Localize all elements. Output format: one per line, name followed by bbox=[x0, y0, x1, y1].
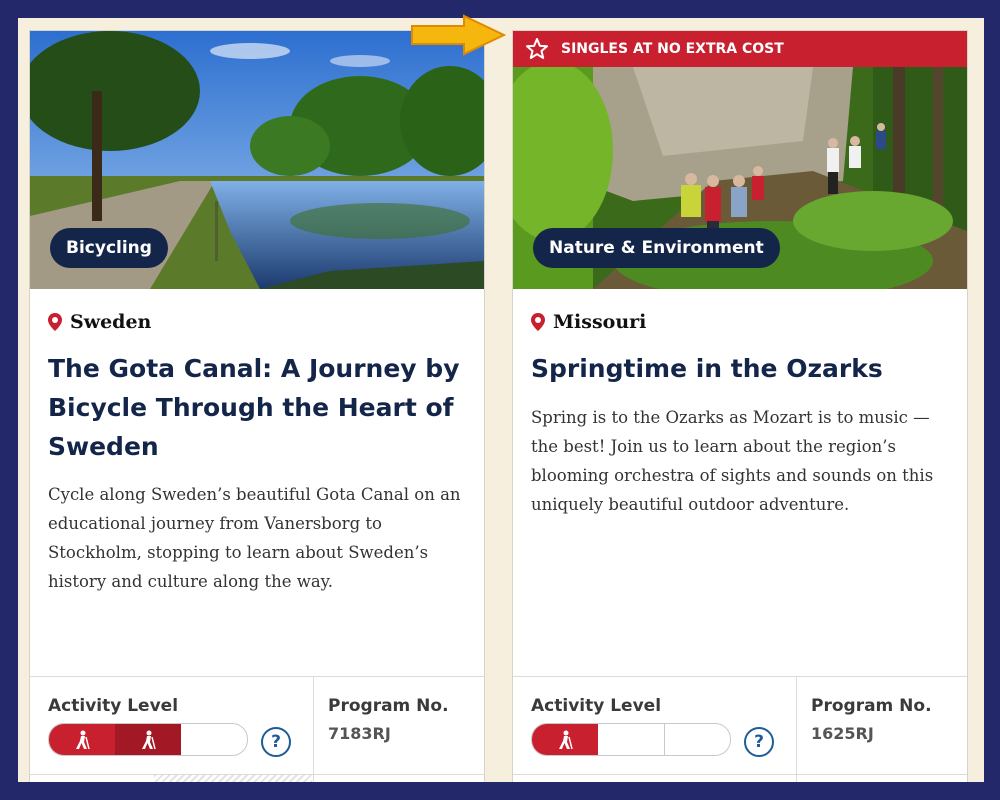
activity-level-label: Activity Level bbox=[531, 696, 662, 716]
help-icon[interactable]: ? bbox=[261, 727, 291, 757]
hiker-icon bbox=[76, 730, 90, 750]
pointer-arrow-icon bbox=[411, 14, 506, 56]
trip-card-missouri[interactable]: SINGLES AT NO EXTRA COST Nature & Enviro… bbox=[512, 30, 968, 782]
star-icon bbox=[526, 38, 548, 59]
page-frame: Bicycling Sweden The Gota Canal: A Journ… bbox=[18, 18, 984, 782]
program-number-value: 1625RJ bbox=[811, 724, 874, 743]
activity-level-label: Activity Level bbox=[48, 696, 179, 716]
trip-title[interactable]: The Gota Canal: A Journey by Bicycle Thr… bbox=[48, 349, 468, 466]
location-pin-icon bbox=[48, 313, 62, 331]
singles-banner: SINGLES AT NO EXTRA COST bbox=[513, 31, 967, 67]
location-text: Sweden bbox=[70, 311, 152, 333]
location-pin-icon bbox=[531, 313, 545, 331]
footer-bottom-divider bbox=[513, 774, 967, 775]
trip-card-sweden[interactable]: Bicycling Sweden The Gota Canal: A Journ… bbox=[29, 30, 485, 782]
program-number-label: Program No. bbox=[811, 696, 932, 716]
activity-segment-2 bbox=[598, 724, 664, 755]
location-text: Missouri bbox=[553, 311, 647, 333]
program-number-label: Program No. bbox=[328, 696, 449, 716]
location-label: Sweden bbox=[48, 311, 151, 333]
trip-description: Spring is to the Ozarks as Mozart is to … bbox=[531, 408, 934, 514]
trip-description: Cycle along Sweden’s beautiful Gota Cana… bbox=[48, 485, 461, 591]
activity-level-meter bbox=[531, 723, 731, 756]
activity-segment-2 bbox=[115, 724, 181, 755]
trip-photo-forest[interactable]: Nature & Environment bbox=[513, 31, 967, 289]
category-pill[interactable]: Bicycling bbox=[50, 228, 168, 268]
footer-divider bbox=[313, 677, 314, 782]
program-number-value: 7183RJ bbox=[328, 724, 391, 743]
card-footer: Activity Level ? Program No. 1625RJ bbox=[513, 676, 967, 782]
activity-level-meter bbox=[48, 723, 248, 756]
activity-segment-1 bbox=[532, 724, 598, 755]
help-icon[interactable]: ? bbox=[744, 727, 774, 757]
footer-divider bbox=[796, 677, 797, 782]
banner-text: SINGLES AT NO EXTRA COST bbox=[561, 41, 784, 57]
location-label: Missouri bbox=[531, 311, 646, 333]
activity-segment-3 bbox=[664, 724, 730, 755]
trip-photo-canal[interactable]: Bicycling bbox=[30, 31, 484, 289]
activity-segment-3 bbox=[181, 724, 247, 755]
category-pill[interactable]: Nature & Environment bbox=[533, 228, 780, 268]
card-footer: Activity Level ? Program No. 7183RJ bbox=[30, 676, 484, 782]
hiker-icon bbox=[559, 730, 573, 750]
trip-title[interactable]: Springtime in the Ozarks bbox=[531, 349, 951, 388]
activity-segment-1 bbox=[49, 724, 115, 755]
footer-hatch-pattern bbox=[154, 775, 312, 782]
hiker-icon bbox=[142, 730, 156, 750]
